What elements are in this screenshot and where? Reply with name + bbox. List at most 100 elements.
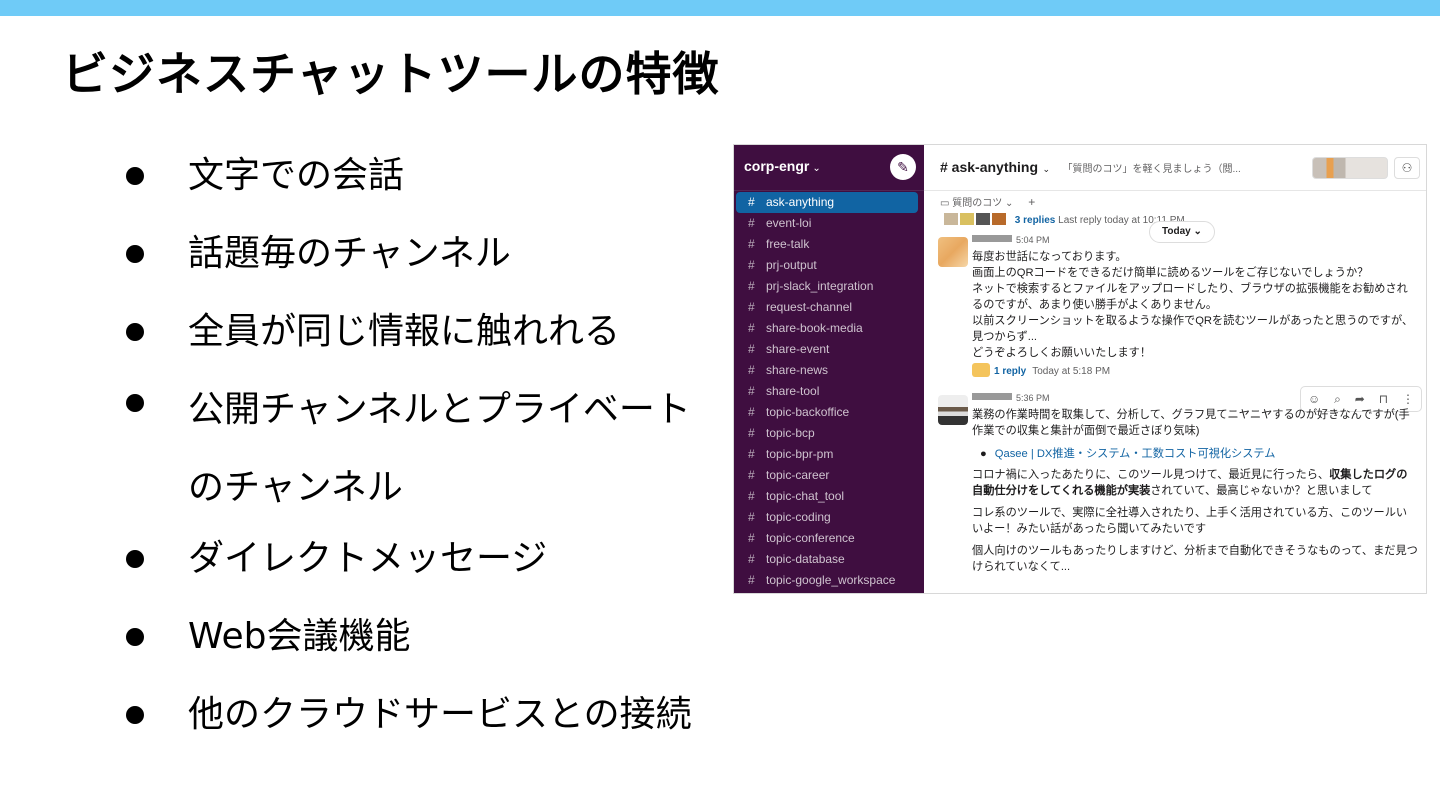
slack-screenshot: corp-engr ⌄ ✎ # ask-anything # event-loi # fre… (733, 144, 1427, 594)
hash-icon: # (748, 531, 755, 545)
link-list-item: ● Qasee | DX推進・システム・工数コスト可視化システム (980, 445, 1418, 463)
message-time[interactable]: 5:36 PM (1016, 393, 1050, 403)
sidebar-channel-topic-google_workspace[interactable]: # topic-google_workspace (736, 570, 918, 591)
hash-icon: # (748, 552, 755, 566)
username-redacted[interactable] (972, 235, 1012, 242)
message-meta: 5:04 PM (972, 235, 1418, 249)
sidebar-channel-ask-anything[interactable]: # ask-anything (736, 192, 918, 213)
message-text: どうぞよろしくお願いいたします！ (972, 347, 1152, 359)
avatar (944, 213, 958, 225)
channel-label: share-tool (766, 384, 820, 398)
message-text: ネットで検索するとファイルをアップロードしたり、ブラウザの拡張機能をお勧めされる… (972, 283, 1408, 311)
channel-label: free-talk (766, 237, 810, 251)
feature-item: 公開チャンネルとプライベートのチャンネル (126, 371, 726, 513)
reply-count-link[interactable]: 1 reply (994, 366, 1026, 377)
channel-topic[interactable]: 「質問のコツ」を軽く見ましょう（閲... (1062, 164, 1240, 175)
channel-label: ask-anything (766, 195, 835, 209)
sidebar-channel-topic-coding[interactable]: # topic-coding (736, 507, 918, 528)
bullet-dot-icon (126, 628, 144, 646)
message-time[interactable]: 5:04 PM (1016, 235, 1050, 245)
hash-icon: # (748, 510, 755, 524)
sidebar-channel-prj-slack_integration[interactable]: # prj-slack_integration (736, 276, 918, 297)
hash-icon: # (748, 300, 755, 314)
workspace-header[interactable]: corp-engr ⌄ ✎ (734, 145, 924, 191)
slide-top-bar (0, 0, 1440, 16)
sidebar-channel-share-tool[interactable]: # share-tool (736, 381, 918, 402)
thread-replies-link[interactable]: 3 replies (1015, 215, 1056, 225)
sidebar-channel-share-news[interactable]: # share-news (736, 360, 918, 381)
sidebar-channel-prj-output[interactable]: # prj-output (736, 255, 918, 276)
message-text: 業務の作業時間を取集して、分析して、グラフ見てニヤニヤするのが好きなんですが(手… (972, 409, 1410, 437)
message: 5:36 PM 業務の作業時間を取集して、分析して、グラフ見てニヤニヤするのが好… (924, 393, 1426, 575)
bullet-dot-icon (126, 245, 144, 263)
message-text: 毎度お世話になっております。 (972, 251, 1127, 263)
channel-list: # ask-anything # event-loi # free-talk # prj-ou… (734, 191, 924, 591)
feature-item: 話題毎のチャンネル (126, 222, 726, 286)
bullet-dot-icon (126, 323, 144, 341)
hash-icon: # (748, 447, 755, 461)
hash-icon: # (748, 258, 755, 272)
reply-time: Today at 5:18 PM (1032, 366, 1111, 377)
channel-label: share-news (766, 363, 829, 377)
slide-title: ビジネスチャットツールの特徴 (62, 47, 720, 101)
feature-item: Web会議機能 (126, 605, 726, 669)
sidebar-channel-free-talk[interactable]: # free-talk (736, 234, 918, 255)
message-list: 3 replies Last reply today at 10:11 PM T… (924, 213, 1426, 593)
avatar (992, 213, 1006, 225)
avatar[interactable] (938, 237, 968, 267)
sidebar-channel-topic-bpr-pm[interactable]: # topic-bpr-pm (736, 444, 918, 465)
hash-icon: # (748, 468, 755, 482)
bullet-dot-icon (126, 706, 144, 724)
channel-label: topic-career (766, 468, 830, 482)
sidebar-channel-topic-database[interactable]: # topic-database (736, 549, 918, 570)
compose-icon[interactable]: ✎ (890, 154, 916, 180)
reaction-icon (972, 363, 990, 377)
channel-title[interactable]: # ask-anything (940, 159, 1038, 175)
message-meta: 5:36 PM (972, 393, 1418, 407)
channel-label: topic-chat_tool (766, 489, 845, 503)
bookmark-folder[interactable]: 質問のコツ ⌄ (952, 198, 1013, 209)
channel-label: prj-output (766, 258, 817, 272)
qasee-link[interactable]: Qasee | DX推進・システム・工数コスト可視化システム (995, 448, 1276, 460)
bookmark-bar: ▭ 質問のコツ ⌄ + (924, 191, 1426, 213)
sidebar-channel-topic-conference[interactable]: # topic-conference (736, 528, 918, 549)
hash-icon: # (748, 216, 755, 230)
message-text: コレ系のツールで、実際に全社導入されたり、上手く活用されている方、このツールいい… (972, 507, 1408, 535)
avatar[interactable] (938, 395, 968, 425)
channel-label: event-loi (766, 216, 812, 230)
workspace-name[interactable]: corp-engr (744, 158, 809, 174)
message-text: コロナ禍に入ったあたりに、このツール見つけて、最近見に行ったら、収集したログの自… (972, 469, 1408, 497)
sidebar-channel-event-loi[interactable]: # event-loi (736, 213, 918, 234)
channel-label: topic-database (766, 552, 845, 566)
add-bookmark-icon[interactable]: + (1028, 195, 1035, 209)
hash-icon: # (748, 342, 755, 356)
sidebar-channel-topic-chat_tool[interactable]: # topic-chat_tool (736, 486, 918, 507)
message-text: 以前スクリーンショットを取るような操作でQRを読むツールがあったと思うのですが、… (972, 315, 1414, 343)
channel-label: topic-backoffice (766, 405, 850, 419)
avatar (976, 213, 990, 225)
sidebar-channel-request-channel[interactable]: # request-channel (736, 297, 918, 318)
bullet-dot-icon: ● (980, 448, 987, 460)
thread-reply-row[interactable]: 1 reply Today at 5:18 PM (972, 363, 1418, 379)
sidebar-channel-topic-bcp[interactable]: # topic-bcp (736, 423, 918, 444)
channel-label: topic-google_workspace (766, 573, 896, 587)
bullet-dot-icon (126, 550, 144, 568)
message: 5:04 PM 毎度お世話になっております。 画面上のQRコードをできるだけ簡単… (924, 235, 1426, 379)
sidebar-channel-topic-backoffice[interactable]: # topic-backoffice (736, 402, 918, 423)
username-redacted[interactable] (972, 393, 1012, 400)
channel-label: prj-slack_integration (766, 279, 874, 293)
chevron-down-icon[interactable]: ⌄ (812, 163, 820, 174)
feature-item: 全員が同じ情報に触れれる (126, 300, 726, 364)
channel-label: share-book-media (766, 321, 863, 335)
sidebar-channel-share-book-media[interactable]: # share-book-media (736, 318, 918, 339)
channel-label: share-event (766, 342, 830, 356)
add-user-icon[interactable]: ⚇ (1394, 157, 1420, 179)
member-avatars[interactable] (1312, 157, 1388, 179)
feature-list: 文字での会話 話題毎のチャンネル 全員が同じ情報に触れれる 公開チャンネルとプラ… (126, 144, 726, 761)
chevron-down-icon[interactable]: ⌄ (1042, 164, 1050, 174)
sidebar-channel-share-event[interactable]: # share-event (736, 339, 918, 360)
message-text: 画面上のQRコードをできるだけ簡単に読めるツールをご存じないでしょうか？ (972, 267, 1369, 279)
sidebar-channel-topic-career[interactable]: # topic-career (736, 465, 918, 486)
hash-icon: # (748, 237, 755, 251)
folder-icon: ▭ (940, 198, 950, 209)
